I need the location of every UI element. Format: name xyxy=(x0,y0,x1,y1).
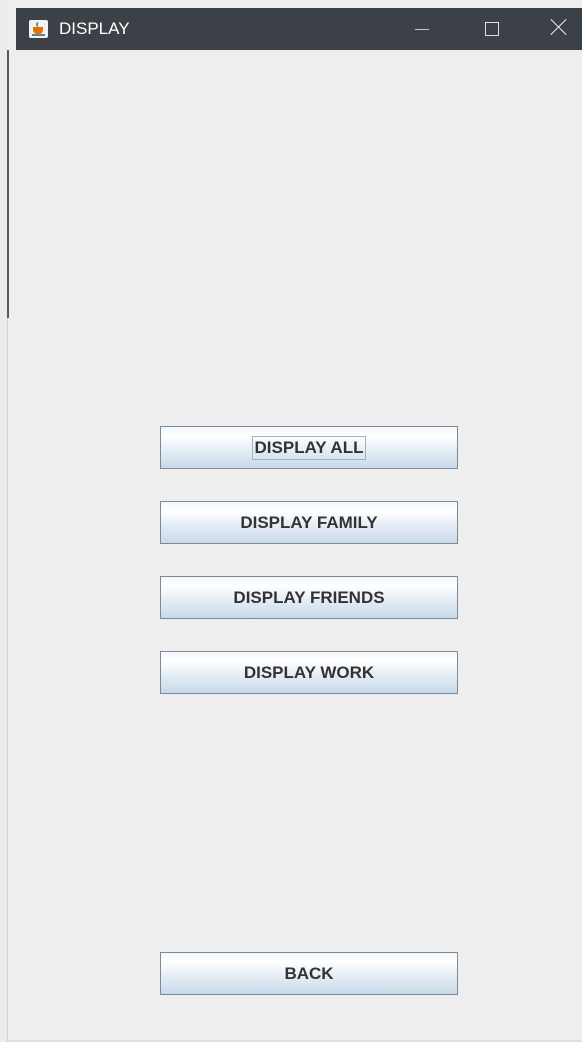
display-work-button[interactable]: DISPLAY WORK xyxy=(160,651,458,694)
close-icon xyxy=(550,18,568,36)
close-button[interactable] xyxy=(520,8,582,50)
display-family-label: DISPLAY FAMILY xyxy=(240,512,378,532)
display-friends-button[interactable]: DISPLAY FRIENDS xyxy=(160,576,458,619)
window-left-shadow xyxy=(7,50,9,318)
minimize-icon xyxy=(415,29,429,30)
java-cup-icon[interactable] xyxy=(29,20,48,38)
display-family-button[interactable]: DISPLAY FAMILY xyxy=(160,501,458,544)
display-all-button[interactable]: DISPLAY ALL xyxy=(160,426,458,469)
display-all-label: DISPLAY ALL xyxy=(251,435,367,460)
display-friends-label: DISPLAY FRIENDS xyxy=(233,587,385,607)
window-title: DISPLAY xyxy=(59,19,130,38)
maximize-button[interactable] xyxy=(456,8,526,50)
display-work-label: DISPLAY WORK xyxy=(243,662,375,682)
maximize-icon xyxy=(485,22,499,36)
title-bar[interactable]: DISPLAY xyxy=(16,8,582,50)
back-button[interactable]: BACK xyxy=(160,952,458,995)
minimize-button[interactable] xyxy=(386,8,456,50)
back-label: BACK xyxy=(284,963,334,983)
